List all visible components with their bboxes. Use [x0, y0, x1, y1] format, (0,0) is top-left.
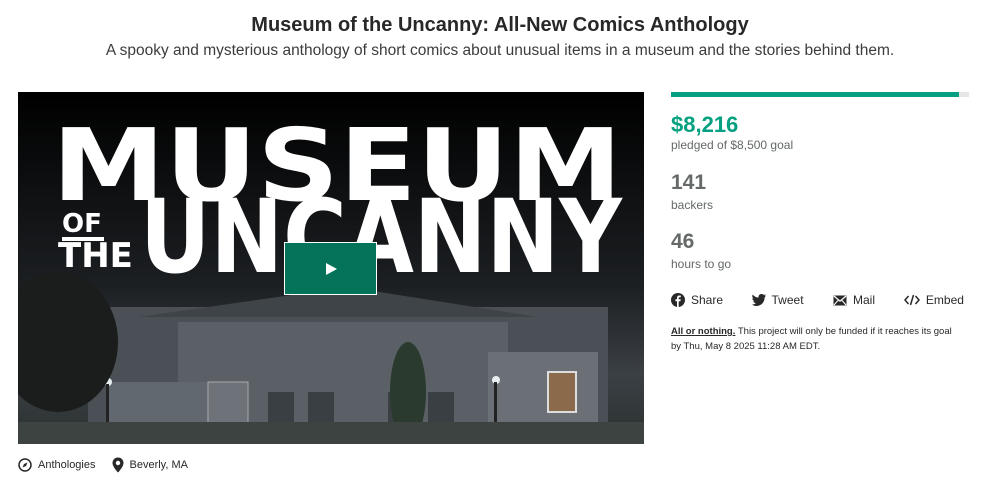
backers-count: 141	[671, 171, 707, 194]
category-label: Anthologies	[38, 459, 96, 471]
share-twitter-button[interactable]: Tweet	[751, 293, 833, 307]
pledged-goal-label: pledged of $8,500 goal	[671, 138, 794, 152]
funding-text-line2: by Thu, May 8 2025 11:28 AM EDT.	[671, 341, 821, 352]
play-icon	[326, 262, 337, 275]
all-or-nothing-link[interactable]: All or nothing.	[671, 326, 735, 337]
share-mail-button[interactable]: Mail	[833, 293, 904, 307]
project-meta: Anthologies Beverly, MA	[18, 457, 204, 473]
category-link[interactable]: Anthologies	[18, 458, 96, 472]
project-video[interactable]: MUSEUM OF THE UNCANNY	[18, 92, 644, 444]
share-facebook-button[interactable]: Share	[671, 293, 752, 307]
compass-icon	[18, 458, 32, 472]
backers-label: backers	[671, 198, 714, 212]
hours-label: hours to go	[671, 257, 732, 271]
share-mail-label: Mail	[852, 293, 875, 307]
hours-count: 46	[671, 230, 695, 253]
play-button[interactable]	[284, 242, 377, 295]
pledged-amount: $8,216	[671, 112, 739, 137]
location-link[interactable]: Beverly, MA	[112, 457, 188, 473]
funding-progress-bar	[671, 92, 969, 97]
funding-notice: All or nothing. This project will only b…	[671, 324, 971, 354]
funding-progress-fill	[671, 92, 960, 97]
embed-icon	[903, 294, 920, 306]
location-pin-icon	[112, 457, 123, 473]
facebook-icon	[671, 293, 685, 307]
share-row: Share Tweet Mail Embed	[671, 293, 971, 307]
share-twitter-label: Tweet	[771, 293, 804, 307]
artwork-the-text: THE	[58, 236, 133, 276]
funding-text-line1: This project will only be funded if it r…	[735, 326, 952, 337]
mail-icon	[833, 295, 847, 305]
artwork-of-text: OF	[62, 209, 102, 239]
twitter-icon	[751, 294, 766, 306]
campaign-panel: $8,216 pledged of $8,500 goal 141 backer…	[671, 92, 971, 352]
location-label: Beverly, MA	[129, 459, 188, 471]
project-title: Museum of the Uncanny: All-New Comics An…	[251, 14, 749, 36]
project-subtitle: A spooky and mysterious anthology of sho…	[105, 42, 895, 59]
artwork-uncanny-text: UNCANNY	[140, 178, 623, 297]
share-facebook-label: Share	[691, 293, 724, 307]
share-embed-label: Embed	[925, 293, 964, 307]
share-embed-button[interactable]: Embed	[903, 293, 971, 307]
